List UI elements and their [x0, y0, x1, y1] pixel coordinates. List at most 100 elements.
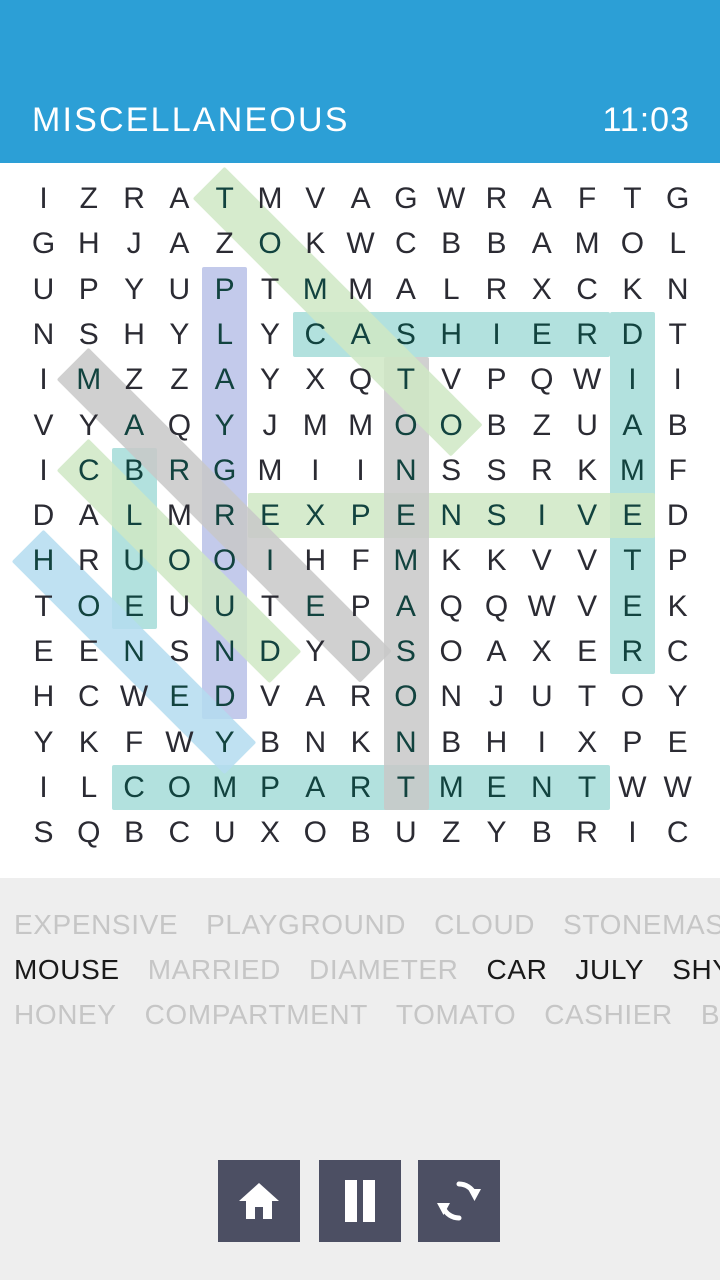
grid-cell[interactable]: Y [66, 403, 111, 448]
grid-cell[interactable]: X [293, 357, 338, 402]
grid-cell[interactable]: W [519, 584, 564, 629]
grid-cell[interactable]: W [338, 221, 383, 266]
grid-cell[interactable]: H [293, 538, 338, 583]
grid-cell[interactable]: Q [66, 810, 111, 855]
grid-cell[interactable]: E [66, 629, 111, 674]
grid-cell[interactable]: R [338, 674, 383, 719]
grid-cell[interactable]: V [429, 357, 474, 402]
grid-cell[interactable]: B [112, 448, 157, 493]
grid-cell[interactable]: M [293, 267, 338, 312]
grid-cell[interactable]: I [21, 176, 66, 221]
grid-cell[interactable]: R [474, 176, 519, 221]
grid-cell[interactable]: T [610, 176, 655, 221]
grid-cell[interactable]: J [248, 403, 293, 448]
grid-cell[interactable]: K [66, 720, 111, 765]
grid-cell[interactable]: B [429, 720, 474, 765]
grid-cell[interactable]: E [383, 493, 428, 538]
grid-cell[interactable]: N [112, 629, 157, 674]
grid-cell[interactable]: M [293, 403, 338, 448]
grid-cell[interactable]: C [383, 221, 428, 266]
grid-cell[interactable]: C [655, 629, 700, 674]
grid-cell[interactable]: I [21, 448, 66, 493]
grid-cell[interactable]: F [112, 720, 157, 765]
grid-cell[interactable]: S [66, 312, 111, 357]
grid-cell[interactable]: K [610, 267, 655, 312]
grid-cell[interactable]: H [21, 674, 66, 719]
pause-button[interactable] [319, 1160, 401, 1242]
grid-cell[interactable]: L [429, 267, 474, 312]
grid-cell[interactable]: J [112, 221, 157, 266]
grid-cell[interactable]: S [429, 448, 474, 493]
grid-cell[interactable]: R [474, 267, 519, 312]
grid-cell[interactable]: R [610, 629, 655, 674]
grid-cell[interactable]: A [338, 312, 383, 357]
grid-cell[interactable]: V [21, 403, 66, 448]
grid-cell[interactable]: M [338, 403, 383, 448]
grid-cell[interactable]: U [519, 674, 564, 719]
grid-cell[interactable]: U [202, 810, 247, 855]
grid-cell[interactable]: H [112, 312, 157, 357]
grid-cell[interactable]: B [338, 810, 383, 855]
grid-cell[interactable]: T [202, 176, 247, 221]
grid-cell[interactable]: M [248, 448, 293, 493]
grid-cell[interactable]: M [202, 765, 247, 810]
grid-cell[interactable]: B [474, 403, 519, 448]
grid-cell[interactable]: E [248, 493, 293, 538]
grid-cell[interactable]: J [474, 674, 519, 719]
grid-cell[interactable]: I [519, 493, 564, 538]
grid-cell[interactable]: M [610, 448, 655, 493]
grid-cell[interactable]: C [293, 312, 338, 357]
grid-cell[interactable]: M [338, 267, 383, 312]
grid-cell[interactable]: T [655, 312, 700, 357]
grid-cell[interactable]: P [248, 765, 293, 810]
grid-cell[interactable]: X [519, 267, 564, 312]
grid-cell[interactable]: S [383, 312, 428, 357]
grid-cell[interactable]: N [293, 720, 338, 765]
grid-cell[interactable]: W [112, 674, 157, 719]
grid-cell[interactable]: Z [202, 221, 247, 266]
grid-cell[interactable]: Q [157, 403, 202, 448]
grid-cell[interactable]: V [565, 493, 610, 538]
grid-cell[interactable]: U [112, 538, 157, 583]
grid-cell[interactable]: X [248, 810, 293, 855]
letter-grid[interactable]: IZRATMVAGWRAFTGGHJAZOKWCBBAMOLUPYUPTMMAL… [0, 163, 720, 878]
grid-cell[interactable]: E [474, 765, 519, 810]
grid-cell[interactable]: T [565, 674, 610, 719]
grid-cell[interactable]: V [565, 584, 610, 629]
grid-cell[interactable]: H [429, 312, 474, 357]
grid-cell[interactable]: M [248, 176, 293, 221]
grid-cell[interactable]: D [610, 312, 655, 357]
grid-cell[interactable]: C [565, 267, 610, 312]
grid-cell[interactable]: A [519, 221, 564, 266]
grid-cell[interactable]: I [519, 720, 564, 765]
grid-cell[interactable]: X [293, 493, 338, 538]
grid-cell[interactable]: P [474, 357, 519, 402]
grid-cell[interactable]: A [519, 176, 564, 221]
grid-cell[interactable]: N [202, 629, 247, 674]
grid-cell[interactable]: C [66, 674, 111, 719]
grid-cell[interactable]: M [66, 357, 111, 402]
grid-cell[interactable]: O [383, 403, 428, 448]
letter-layer[interactable]: IZRATMVAGWRAFTGGHJAZOKWCBBAMOLUPYUPTMMAL… [0, 163, 720, 878]
grid-cell[interactable]: H [21, 538, 66, 583]
grid-cell[interactable]: O [248, 221, 293, 266]
grid-cell[interactable]: B [655, 403, 700, 448]
grid-cell[interactable]: O [66, 584, 111, 629]
grid-cell[interactable]: E [655, 720, 700, 765]
grid-cell[interactable]: O [429, 403, 474, 448]
grid-cell[interactable]: H [474, 720, 519, 765]
grid-cell[interactable]: Z [157, 357, 202, 402]
grid-cell[interactable]: W [157, 720, 202, 765]
grid-cell[interactable]: D [21, 493, 66, 538]
grid-cell[interactable]: O [202, 538, 247, 583]
grid-cell[interactable]: K [338, 720, 383, 765]
grid-cell[interactable]: F [655, 448, 700, 493]
grid-cell[interactable]: P [655, 538, 700, 583]
grid-cell[interactable]: A [112, 403, 157, 448]
grid-cell[interactable]: S [157, 629, 202, 674]
grid-cell[interactable]: X [519, 629, 564, 674]
grid-cell[interactable]: A [383, 267, 428, 312]
grid-cell[interactable]: B [474, 221, 519, 266]
grid-cell[interactable]: Y [157, 312, 202, 357]
grid-cell[interactable]: Y [248, 357, 293, 402]
